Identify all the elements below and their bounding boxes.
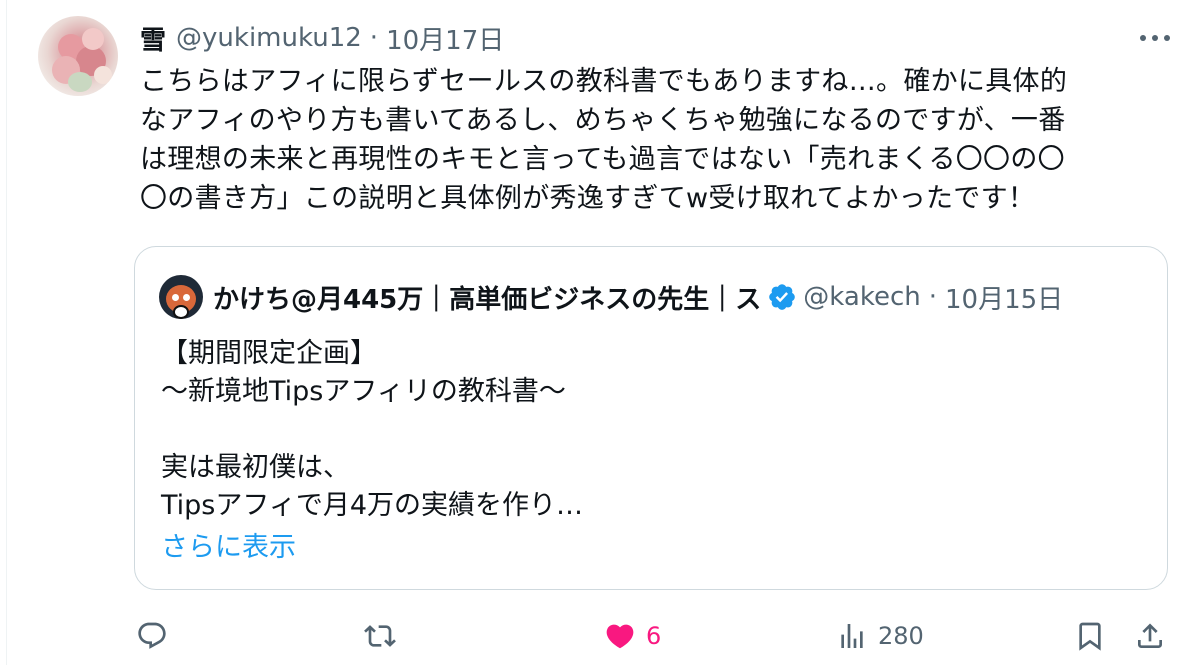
separator-dot: · xyxy=(369,23,379,53)
bookmark-button[interactable] xyxy=(1074,616,1106,656)
author-name[interactable]: 雪 xyxy=(140,20,166,57)
reply-icon xyxy=(138,622,166,649)
share-icon xyxy=(1138,623,1162,648)
reply-button[interactable] xyxy=(136,616,178,656)
separator-dot: · xyxy=(928,282,937,312)
author-avatar[interactable] xyxy=(38,16,118,96)
timeline-left-border xyxy=(6,0,7,665)
tweet-text: こちらはアフィに限らずセールスの教科書でもありますね…。確かに具体的 なアフィの… xyxy=(140,66,1068,214)
heart-filled-icon xyxy=(606,624,634,649)
author-handle[interactable]: @yukimuku12 xyxy=(176,23,362,53)
views-count: 280 xyxy=(878,622,924,650)
more-options-button[interactable] xyxy=(1135,22,1175,54)
views-button[interactable]: 280 xyxy=(836,616,924,656)
quoted-tweet[interactable]: かけち@月445万｜高単価ビジネスの先生｜ス @kakech · 10月15日 … xyxy=(134,246,1168,590)
share-button[interactable] xyxy=(1134,616,1166,656)
quoted-author-handle[interactable]: @kakech xyxy=(803,282,920,312)
quoted-tweet-text: 【期間限定企画】 〜新境地Tipsアフィリの教科書〜 実は最初僕は、 Tipsア… xyxy=(161,338,584,521)
quoted-author-name[interactable]: かけち@月445万｜高単価ビジネスの先生｜ス xyxy=(213,279,761,316)
more-horizontal-icon xyxy=(1137,35,1173,41)
verified-badge-icon xyxy=(769,284,796,310)
tweet-timestamp[interactable]: 10月17日 xyxy=(386,20,504,57)
show-more-link[interactable]: さらに表示 xyxy=(161,529,296,567)
tweet-header: 雪 @yukimuku12 · 10月17日 xyxy=(140,18,504,58)
like-count: 6 xyxy=(646,622,662,650)
quoted-tweet-timestamp[interactable]: 10月15日 xyxy=(945,279,1063,316)
tweet-action-bar: 6 280 xyxy=(0,606,1193,666)
quoted-author-avatar[interactable] xyxy=(159,275,203,319)
retweet-button[interactable] xyxy=(364,616,406,656)
views-chart-icon xyxy=(841,624,863,648)
quoted-tweet-header: かけち@月445万｜高単価ビジネスの先生｜ス @kakech · 10月15日 xyxy=(159,269,1149,325)
like-button[interactable]: 6 xyxy=(604,616,661,656)
bookmark-icon xyxy=(1079,622,1101,651)
retweet-icon xyxy=(364,625,396,647)
